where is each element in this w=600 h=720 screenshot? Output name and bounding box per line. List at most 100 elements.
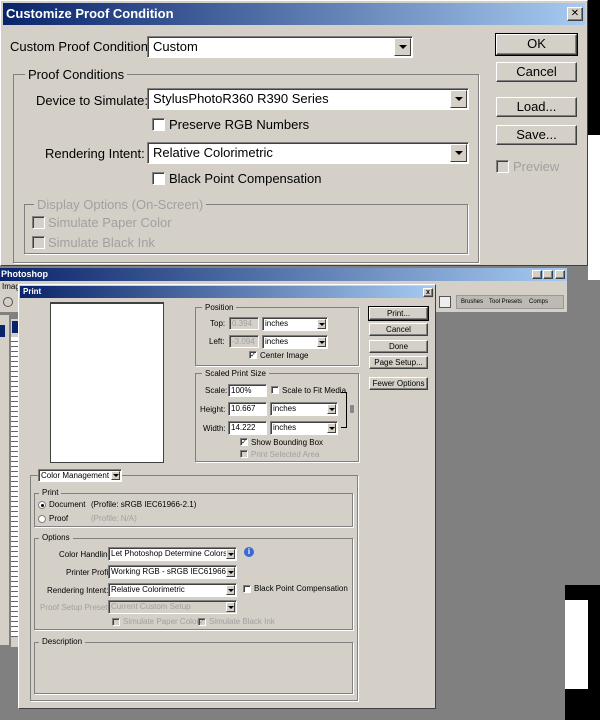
height-label: Height: bbox=[200, 405, 226, 414]
close-icon: x bbox=[426, 289, 430, 296]
group-title: Description bbox=[39, 637, 86, 646]
select-value: Color Management bbox=[41, 471, 110, 480]
group-title: Options bbox=[39, 533, 73, 542]
width-unit-select[interactable]: inches bbox=[270, 421, 338, 435]
color-handling-select[interactable]: Let Photoshop Determine Colors bbox=[108, 547, 237, 561]
minimize-button[interactable] bbox=[532, 270, 542, 279]
preview-label: Preview bbox=[513, 159, 560, 174]
top-unit-select[interactable]: inches bbox=[262, 317, 328, 331]
desktop-white-strip bbox=[588, 135, 600, 280]
zoom-icon[interactable] bbox=[3, 297, 13, 307]
select-value: Working RGB - sRGB IEC61966-2.1 bbox=[111, 567, 237, 576]
scale-label: Scale: bbox=[205, 386, 228, 395]
fewer-options-button[interactable]: Fewer Options bbox=[369, 377, 428, 390]
load-button[interactable]: Load... bbox=[496, 97, 577, 117]
intent-label: Rendering Intent: bbox=[47, 586, 109, 595]
tab-brushes[interactable]: Brushes bbox=[461, 296, 483, 308]
select-value: Custom bbox=[153, 39, 198, 54]
save-button[interactable]: Save... bbox=[496, 125, 577, 145]
simulate-paper-checkbox[interactable] bbox=[112, 618, 120, 626]
bpc-checkbox[interactable] bbox=[243, 585, 251, 593]
toolbox-panel bbox=[0, 315, 10, 645]
chevron-down-icon bbox=[226, 549, 235, 559]
scale-to-fit-label: Scale to Fit Media bbox=[282, 386, 347, 395]
cancel-button[interactable]: Cancel bbox=[496, 62, 577, 82]
chevron-down-icon bbox=[450, 144, 467, 162]
print-preview bbox=[50, 302, 164, 463]
print-selected-label: Print Selected Area bbox=[251, 450, 320, 459]
description-group bbox=[34, 642, 353, 694]
simulate-paper-checkbox[interactable] bbox=[32, 216, 45, 229]
simulate-ink-checkbox[interactable]: ✓ bbox=[198, 618, 206, 626]
desktop-white-block bbox=[565, 600, 588, 689]
intent-select[interactable]: Relative Colorimetric bbox=[108, 583, 237, 597]
bounding-box-label: Show Bounding Box bbox=[251, 438, 324, 447]
close-button[interactable]: ✕ bbox=[567, 7, 583, 21]
scale-input[interactable]: 100% bbox=[228, 384, 267, 397]
proof-label: Proof bbox=[49, 514, 69, 523]
print-selected-checkbox[interactable] bbox=[240, 450, 248, 458]
custom-proof-label: Custom Proof Condition: bbox=[10, 39, 152, 54]
page-setup-button[interactable]: Page Setup... bbox=[369, 356, 428, 369]
info-icon[interactable]: i bbox=[244, 547, 254, 557]
preview-checkbox[interactable] bbox=[496, 160, 509, 173]
restore-button[interactable] bbox=[543, 270, 553, 279]
bpc-label: Black Point Compensation bbox=[169, 171, 322, 186]
cancel-button[interactable]: Cancel bbox=[369, 323, 428, 336]
chevron-down-icon bbox=[394, 38, 411, 56]
palette-well-icon[interactable] bbox=[439, 296, 451, 308]
proof-preset-label: Proof Setup Preset: bbox=[40, 603, 110, 612]
intent-select[interactable]: Relative Colorimetric bbox=[147, 142, 469, 164]
proof-preset-select[interactable]: Current Custom Setup bbox=[108, 600, 237, 614]
custom-proof-select[interactable]: Custom bbox=[147, 36, 413, 58]
printer-profile-select[interactable]: Working RGB - sRGB IEC61966-2.1 bbox=[108, 565, 237, 579]
left-unit-select[interactable]: inches bbox=[262, 335, 328, 349]
select-value: inches bbox=[265, 337, 289, 346]
ok-button[interactable]: OK bbox=[495, 33, 578, 56]
select-value: inches bbox=[265, 319, 289, 328]
desktop-black-strip bbox=[588, 0, 600, 135]
group-title: Proof Conditions bbox=[25, 67, 128, 82]
select-value: StylusPhotoR360 R390 Series bbox=[153, 91, 329, 106]
document-radio[interactable] bbox=[38, 501, 46, 509]
simulate-ink-checkbox[interactable] bbox=[32, 236, 45, 249]
close-button[interactable]: x bbox=[423, 288, 433, 297]
chevron-down-icon bbox=[450, 90, 467, 108]
tab-comps[interactable]: Comps bbox=[529, 296, 548, 308]
group-title: Scaled Print Size bbox=[202, 369, 269, 378]
bpc-checkbox[interactable] bbox=[152, 172, 165, 185]
center-image-checkbox[interactable]: ✓ bbox=[249, 351, 257, 359]
select-value: Current Custom Setup bbox=[111, 602, 191, 611]
mode-select[interactable]: Color Management bbox=[38, 469, 122, 482]
print-title-bar: Print bbox=[20, 286, 434, 298]
bounding-box-checkbox[interactable]: ✓ bbox=[240, 438, 248, 446]
select-value: inches bbox=[273, 423, 297, 432]
preserve-rgb-checkbox[interactable] bbox=[152, 118, 165, 131]
proof-radio[interactable] bbox=[38, 515, 46, 523]
close-button[interactable] bbox=[555, 270, 565, 279]
tab-tool-presets[interactable]: Tool Presets bbox=[489, 296, 522, 308]
height-input[interactable]: 10.667 bbox=[228, 402, 267, 416]
scale-to-fit-checkbox[interactable] bbox=[271, 386, 279, 394]
print-button[interactable]: Print... bbox=[368, 306, 429, 321]
dialog-title: Customize Proof Condition bbox=[6, 6, 174, 21]
chevron-down-icon bbox=[317, 337, 326, 347]
width-input[interactable]: 14.222 bbox=[228, 421, 267, 435]
print-source-group bbox=[34, 493, 353, 527]
done-button[interactable]: Done bbox=[369, 340, 428, 353]
height-unit-select[interactable]: inches bbox=[270, 402, 338, 416]
simulate-ink-label: Simulate Black Ink bbox=[209, 617, 275, 626]
color-handling-label: Color Handling: bbox=[59, 550, 115, 559]
left-label: Left: bbox=[209, 337, 225, 346]
chevron-down-icon bbox=[226, 567, 235, 577]
top-input[interactable]: 0.394 bbox=[229, 317, 259, 330]
left-input[interactable]: -3.094 bbox=[229, 335, 259, 348]
print-dialog: Print x Position Top: 0.394 inches Left:… bbox=[18, 284, 436, 709]
device-select[interactable]: StylusPhotoR360 R390 Series bbox=[147, 88, 469, 110]
close-icon: ✕ bbox=[570, 8, 580, 19]
document-label: Document bbox=[49, 500, 86, 509]
chevron-down-icon bbox=[226, 602, 235, 612]
preserve-rgb-label: Preserve RGB Numbers bbox=[169, 117, 310, 132]
select-value: inches bbox=[273, 404, 297, 413]
title-bar: Customize Proof Condition bbox=[3, 3, 585, 25]
